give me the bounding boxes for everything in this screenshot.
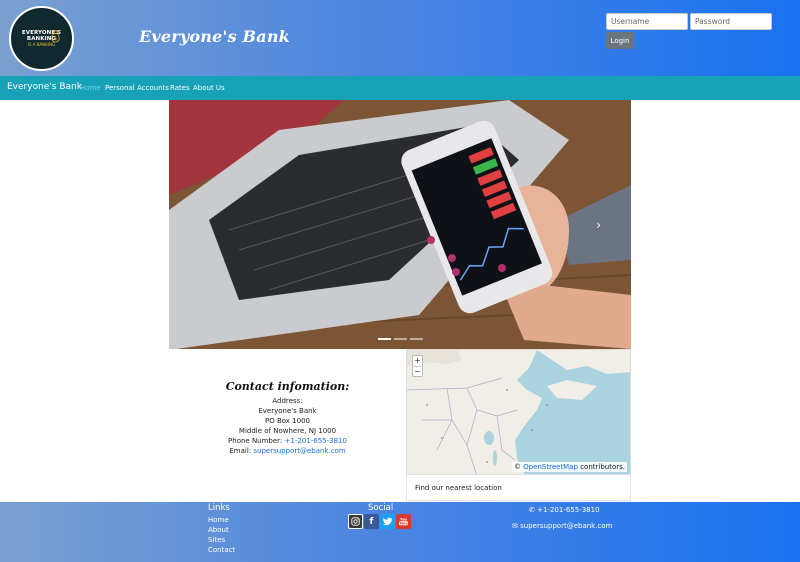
main-navbar: Everyone's Bank Home Personal Accounts R… [0,76,800,100]
navbar-brand[interactable]: Everyone's Bank [7,82,82,92]
contact-heading: Contact infomation: [225,380,350,393]
address-name: Everyone's Bank [258,407,317,415]
footer-link-contact[interactable]: Contact [208,546,235,554]
username-input[interactable] [606,13,688,30]
footer-link-home[interactable]: Home [208,516,229,524]
carousel-slide-image [169,100,631,349]
footer-phone-number[interactable]: +1-201-655-3810 [537,506,599,514]
svg-text:$: $ [54,36,57,42]
site-header: EVERYONE'S BANKING IS A BANKING $ Everyo… [0,0,800,76]
attribution-copyright: © [513,463,521,471]
map-caption-box: Find our nearest location [406,475,631,501]
envelope-icon: ✉ [512,522,518,530]
carousel-indicators [378,338,423,340]
map-tiles [407,350,630,474]
carousel-indicator[interactable] [410,338,423,340]
money-bag-icon: $ [51,30,60,43]
footer-links-heading: Links [208,503,230,513]
phone-link[interactable]: +1-201-655-3810 [285,437,347,445]
zoom-out-button[interactable]: − [413,366,422,376]
login-button[interactable]: Login [606,32,634,49]
openstreetmap-link[interactable]: OpenStreetMap [523,463,578,471]
footer-link-about[interactable]: About [208,526,229,534]
carousel-indicator[interactable] [378,338,391,340]
contact-section: Contact infomation: Address: Everyone's … [169,349,406,501]
nav-item-about-us[interactable]: About Us [193,84,225,92]
instagram-icon[interactable] [348,514,363,529]
site-title: Everyone's Bank [139,27,290,46]
carousel-indicator[interactable] [394,338,407,340]
nav-item-personal-accounts[interactable]: Personal Accounts [105,84,169,92]
footer-email-address[interactable]: supersupport@ebank.com [520,522,612,530]
email-line: Email: supersupport@ebank.com [169,447,406,455]
address-po-box: PO Box 1000 [264,417,310,425]
footer-email: ✉ supersupport@ebank.com [512,522,612,530]
email-label: Email: [229,447,252,455]
zoom-in-button[interactable]: + [413,356,422,366]
svg-text:Tube: Tube [399,522,408,526]
site-footer: Links Home About Sites Contact Social f … [0,502,800,562]
bank-logo[interactable]: EVERYONE'S BANKING IS A BANKING $ [9,6,74,71]
attribution-suffix: contributors. [580,463,625,471]
social-icons: f You Tube [348,514,411,529]
youtube-icon[interactable]: You Tube [396,514,411,529]
email-link[interactable]: supersupport@ebank.com [253,447,345,455]
phone-icon: ✆ [529,506,535,514]
chevron-right-icon[interactable]: › [596,218,601,232]
footer-social-heading: Social [368,503,394,513]
password-input[interactable] [690,13,772,30]
nav-item-home[interactable]: Home [80,84,101,92]
address-city: Middle of Nowhere, NJ 1000 [238,427,337,435]
footer-link-sites[interactable]: Sites [208,536,225,544]
facebook-icon[interactable]: f [364,514,379,529]
map-zoom-control: + − [412,355,423,377]
phone-line: Phone Number: +1-201-655-3810 [169,437,406,445]
phone-label: Phone Number: [228,437,283,445]
hero-carousel[interactable]: › [169,100,631,349]
nav-item-rates[interactable]: Rates [170,84,190,92]
footer-phone: ✆ +1-201-655-3810 [529,506,600,514]
twitter-icon[interactable] [380,514,395,529]
map-attribution: © OpenStreetMap contributors. [511,462,627,472]
location-map[interactable]: + − © OpenStreetMap contributors. [406,349,631,475]
map-caption: Find our nearest location [415,484,502,492]
address-label: Address: [272,397,303,405]
